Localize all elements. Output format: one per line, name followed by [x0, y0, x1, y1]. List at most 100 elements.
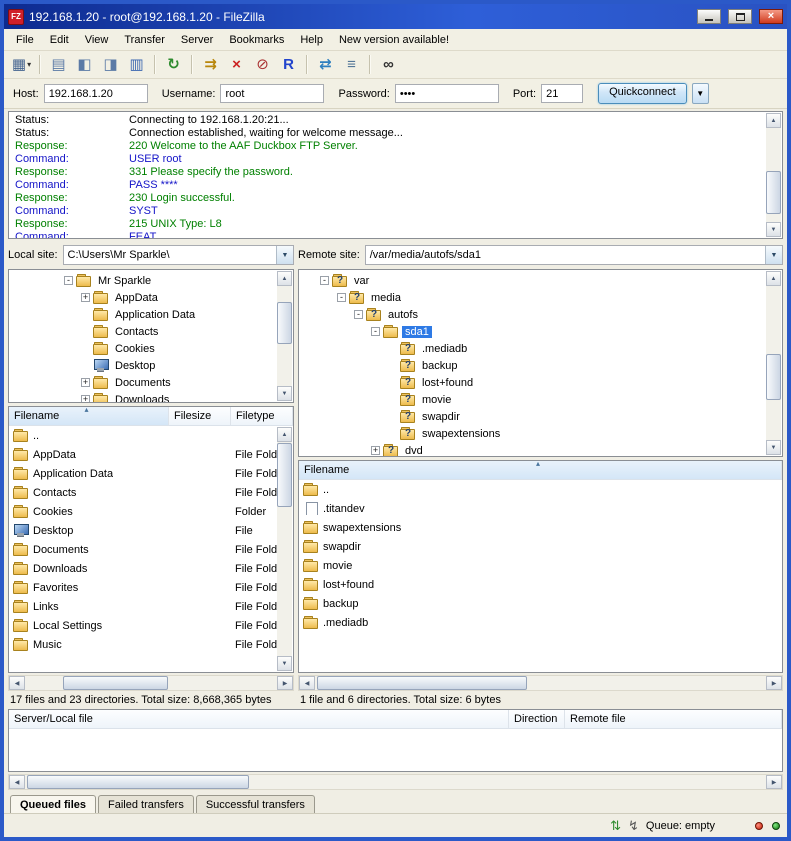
toggle-local-tree-button[interactable]: ◧: [72, 53, 97, 76]
tree-node-cookies[interactable]: Cookies: [9, 340, 275, 357]
toggle-remote-tree-button[interactable]: ◨: [98, 53, 123, 76]
scrollbar-thumb[interactable]: [277, 443, 292, 507]
file-row-documents[interactable]: DocumentsFile Folder: [9, 540, 293, 559]
file-row-application-data[interactable]: Application DataFile Folder: [9, 464, 293, 483]
file-row-swapdir[interactable]: swapdir: [299, 537, 782, 556]
expander-plus-icon[interactable]: +: [81, 293, 90, 302]
local-site-dropdown-button[interactable]: ▼: [276, 246, 293, 264]
tree-node-movie[interactable]: ?movie: [299, 391, 764, 408]
file-row-parent-dir[interactable]: ..: [299, 480, 782, 499]
tree-node-desktop[interactable]: Desktop: [9, 357, 275, 374]
find-files-button[interactable]: ∞: [376, 53, 401, 76]
synchronized-browsing-button[interactable]: ⇄: [313, 53, 338, 76]
title-bar[interactable]: FZ 192.168.1.20 - root@192.168.1.20 - Fi…: [4, 4, 787, 29]
socket-activity-icon[interactable]: ↯: [628, 819, 639, 832]
toggle-message-log-button[interactable]: ▤: [46, 53, 71, 76]
scroll-up-icon[interactable]: ▲: [766, 271, 781, 286]
expander-minus-icon[interactable]: -: [320, 276, 329, 285]
remote-site-dropdown-button[interactable]: ▼: [765, 246, 782, 264]
scroll-down-icon[interactable]: ▼: [766, 440, 781, 455]
column-header-filename[interactable]: Filename: [9, 407, 169, 425]
tree-node-mr-sparkle[interactable]: -Mr Sparkle: [9, 272, 275, 289]
scrollbar-thumb[interactable]: [766, 354, 781, 400]
expander-minus-icon[interactable]: -: [371, 327, 380, 336]
disconnect-button[interactable]: ⊘: [250, 53, 275, 76]
expander-minus-icon[interactable]: -: [337, 293, 346, 302]
file-row-downloads[interactable]: DownloadsFile Folder: [9, 559, 293, 578]
quickconnect-button[interactable]: Quickconnect: [598, 83, 687, 104]
file-row-swapextensions[interactable]: swapextensions: [299, 518, 782, 537]
scroll-right-icon[interactable]: ▶: [766, 775, 782, 789]
scroll-up-icon[interactable]: ▲: [766, 113, 781, 128]
password-input[interactable]: [395, 84, 499, 103]
tree-node-contacts[interactable]: Contacts: [9, 323, 275, 340]
remote-site-combobox[interactable]: /var/media/autofs/sda1 ▼: [365, 245, 783, 265]
scrollbar-track[interactable]: [766, 128, 781, 222]
file-row-mediadb[interactable]: .mediadb: [299, 613, 782, 632]
scroll-left-icon[interactable]: ◀: [299, 676, 315, 690]
tree-node-sda1[interactable]: -sda1: [299, 323, 764, 340]
reconnect-button[interactable]: R: [276, 53, 301, 76]
tree-node-application-data[interactable]: Application Data: [9, 306, 275, 323]
file-row-movie[interactable]: movie: [299, 556, 782, 575]
tree-node-swapextensions[interactable]: ?swapextensions: [299, 425, 764, 442]
scroll-left-icon[interactable]: ◀: [9, 676, 25, 690]
column-header-filesize[interactable]: Filesize: [169, 407, 231, 425]
tree-node-downloads[interactable]: +Downloads: [9, 391, 275, 403]
cancel-button[interactable]: ×: [224, 53, 249, 76]
menu-item-transfer[interactable]: Transfer: [116, 31, 173, 49]
scroll-down-icon[interactable]: ▼: [277, 656, 292, 671]
file-row-favorites[interactable]: FavoritesFile Folder: [9, 578, 293, 597]
minimize-button[interactable]: [697, 9, 721, 24]
toggle-queue-button[interactable]: ▥: [124, 53, 149, 76]
tab-successful-transfers[interactable]: Successful transfers: [196, 795, 315, 813]
column-header-remote-file[interactable]: Remote file: [565, 710, 782, 728]
column-header-direction[interactable]: Direction: [509, 710, 565, 728]
scroll-down-icon[interactable]: ▼: [766, 222, 781, 237]
menu-item-server[interactable]: Server: [173, 31, 221, 49]
scroll-right-icon[interactable]: ▶: [277, 676, 293, 690]
local-horizontal-scrollbar[interactable]: ◀ ▶: [8, 675, 294, 691]
file-row-links[interactable]: LinksFile Folder: [9, 597, 293, 616]
local-tree-scrollbar[interactable]: ▲ ▼: [277, 271, 292, 401]
tree-node-documents[interactable]: +Documents: [9, 374, 275, 391]
process-queue-button[interactable]: ⇉: [198, 53, 223, 76]
scrollbar-track[interactable]: [766, 286, 781, 440]
scrollbar-track[interactable]: [277, 442, 292, 656]
tree-node-mediadb[interactable]: ?.mediadb: [299, 340, 764, 357]
tab-failed-transfers[interactable]: Failed transfers: [98, 795, 194, 813]
file-row-parent-dir[interactable]: ..: [9, 426, 293, 445]
scrollbar-thumb[interactable]: [766, 171, 781, 214]
tree-node-backup[interactable]: ?backup: [299, 357, 764, 374]
tree-node-lost-found[interactable]: ?lost+found: [299, 374, 764, 391]
tab-queued-files[interactable]: Queued files: [10, 795, 96, 813]
tree-node-swapdir[interactable]: ?swapdir: [299, 408, 764, 425]
site-manager-button[interactable]: ▦▾: [9, 53, 34, 76]
scrollbar-thumb[interactable]: [317, 676, 527, 690]
queue-horizontal-scrollbar[interactable]: ◀ ▶: [8, 774, 783, 790]
tree-node-autofs[interactable]: -?autofs: [299, 306, 764, 323]
tree-node-dvd[interactable]: +?dvd: [299, 442, 764, 457]
local-site-combobox[interactable]: C:\Users\Mr Sparkle\ ▼: [63, 245, 294, 265]
menu-item-view[interactable]: View: [77, 31, 117, 49]
column-header-filename[interactable]: Filename: [299, 461, 782, 479]
speed-limits-icon[interactable]: ⇅: [610, 819, 621, 832]
scrollbar-thumb[interactable]: [277, 302, 292, 344]
file-row-titandev[interactable]: .titandev: [299, 499, 782, 518]
log-scrollbar[interactable]: ▲ ▼: [766, 113, 781, 237]
expander-plus-icon[interactable]: +: [81, 395, 90, 403]
scrollbar-track[interactable]: [25, 676, 277, 690]
expander-plus-icon[interactable]: +: [81, 378, 90, 387]
username-input[interactable]: [220, 84, 324, 103]
close-button[interactable]: ×: [759, 9, 783, 24]
file-row-music[interactable]: MusicFile Folder: [9, 635, 293, 654]
scroll-up-icon[interactable]: ▲: [277, 427, 292, 442]
remote-horizontal-scrollbar[interactable]: ◀ ▶: [298, 675, 783, 691]
scroll-right-icon[interactable]: ▶: [766, 676, 782, 690]
scrollbar-track[interactable]: [25, 775, 766, 789]
quickconnect-dropdown-button[interactable]: ▼: [692, 83, 709, 104]
refresh-button[interactable]: ↻: [161, 53, 186, 76]
local-list-scrollbar[interactable]: ▲ ▼: [277, 427, 292, 671]
file-row-appdata[interactable]: AppDataFile Folder: [9, 445, 293, 464]
expander-plus-icon[interactable]: +: [371, 446, 380, 455]
